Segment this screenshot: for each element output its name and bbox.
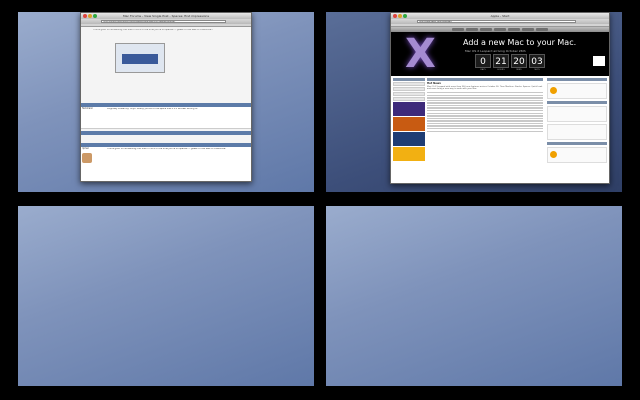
post-footer-bar <box>81 131 251 135</box>
sidebar-module[interactable] <box>547 83 607 99</box>
countdown-label: DAYS <box>480 69 486 71</box>
start-page-content: Hot News Mac OS X Leopard with more than… <box>391 76 609 183</box>
countdown-timer: 0 21 20 03 <box>475 54 545 68</box>
promo-tile[interactable] <box>393 117 425 131</box>
embedded-screenshot <box>115 43 165 73</box>
sidebar-link[interactable] <box>393 82 425 86</box>
sidebar-header <box>393 78 425 81</box>
mac-os-x-logo-icon: X <box>405 32 436 76</box>
space-4[interactable] <box>326 206 622 386</box>
news-body: Mac OS X Leopard with more than 300 new … <box>427 85 543 91</box>
promo-tile[interactable] <box>393 132 425 146</box>
countdown-seconds: 03 <box>529 54 545 68</box>
nav-item[interactable] <box>466 28 478 31</box>
browser-toolbar: http://www.apple.com/startpage/ <box>391 19 609 24</box>
promo-tile[interactable] <box>393 147 425 161</box>
nav-item[interactable] <box>494 28 506 31</box>
sidebar-module[interactable] <box>547 147 607 163</box>
countdown-label: MINS <box>516 69 522 71</box>
nav-item[interactable] <box>480 28 492 31</box>
nav-item[interactable] <box>452 28 464 31</box>
space-3[interactable] <box>18 206 314 386</box>
nav-item[interactable] <box>508 28 520 31</box>
nav-item[interactable] <box>536 28 548 31</box>
space-1[interactable]: Mac Forums - View Single Post - Spaces: … <box>18 12 314 192</box>
sidebar-module[interactable] <box>547 124 607 140</box>
countdown-minutes: 20 <box>511 54 527 68</box>
forum-post: Teckmann Originally Posted by Tivyo. Mos… <box>81 107 251 129</box>
post-username[interactable]: Teckmann <box>82 107 104 111</box>
forum-page: This is good for something, but then in … <box>81 27 251 181</box>
apple-logo-icon <box>593 56 605 66</box>
address-bar[interactable]: http://www.apple.com/startpage/ <box>417 20 577 23</box>
leopard-hero-banner[interactable]: X Add a new Mac to your Mac. Mac OS X Le… <box>391 32 609 76</box>
right-sidebar <box>547 78 607 183</box>
nav-item[interactable] <box>522 28 534 31</box>
countdown-label: SECS <box>534 69 540 71</box>
post-user-block: rpmac <box>82 147 104 163</box>
sidebar-link[interactable] <box>393 97 425 101</box>
avatar <box>82 152 92 163</box>
address-bar[interactable]: http://forums.macrumors.com/showpost.php… <box>101 20 226 23</box>
promo-tile[interactable] <box>393 102 425 116</box>
post-username[interactable]: rpmac <box>82 147 104 151</box>
sidebar-header <box>547 78 607 81</box>
post-body: Originally Posted by Tivyo. Mostly you'v… <box>107 108 198 110</box>
forum-post: rpmac This is good for something, but th… <box>81 147 251 181</box>
apple-browser-window[interactable]: Apple - Start http://www.apple.com/start… <box>390 12 610 184</box>
countdown-label: HOURS <box>497 69 505 71</box>
left-sidebar <box>393 78 425 183</box>
hero-subtitle: Mac OS X Leopard arriving October 26th <box>465 49 526 53</box>
sidebar-header <box>547 142 607 145</box>
sidebar-link[interactable] <box>393 92 425 96</box>
countdown-labels: DAYS HOURS MINS SECS <box>475 69 545 71</box>
space-2[interactable]: Apple - Start http://www.apple.com/start… <box>326 12 622 192</box>
hero-headline: Add a new Mac to your Mac. <box>463 38 577 47</box>
countdown-hours: 21 <box>493 54 509 68</box>
sidebar-module[interactable] <box>547 106 607 122</box>
news-column: Hot News Mac OS X Leopard with more than… <box>427 78 543 183</box>
sidebar-header <box>547 101 607 104</box>
sidebar-link[interactable] <box>393 87 425 91</box>
browser-toolbar: http://forums.macrumors.com/showpost.php… <box>81 19 251 24</box>
post-body: This is good for something, but then in … <box>107 148 226 150</box>
news-header-bar <box>427 78 543 81</box>
forum-browser-window[interactable]: Mac Forums - View Single Post - Spaces: … <box>80 12 252 182</box>
countdown-days: 0 <box>475 54 491 68</box>
